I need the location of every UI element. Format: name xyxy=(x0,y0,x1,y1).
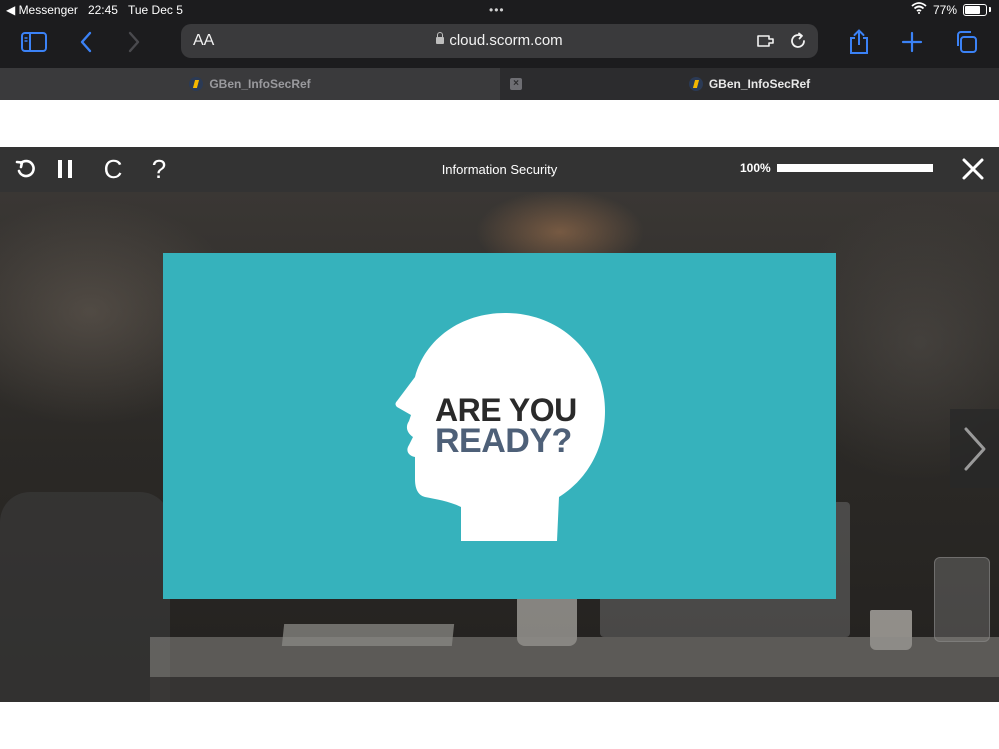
wifi-icon xyxy=(911,2,927,17)
battery-fill xyxy=(965,5,980,14)
share-icon[interactable] xyxy=(843,28,875,56)
progress-bar xyxy=(777,164,933,172)
background-jar xyxy=(934,557,990,642)
tab-close-icon[interactable]: × xyxy=(510,78,522,90)
status-date: Tue Dec 5 xyxy=(127,3,183,17)
url-display[interactable]: cloud.scorm.com xyxy=(181,32,818,49)
tab-gben-infosecref-1[interactable]: GBen_InfoSecRef xyxy=(0,68,500,100)
next-slide-button[interactable] xyxy=(950,409,999,488)
url-text: cloud.scorm.com xyxy=(449,32,563,49)
tab-strip: GBen_InfoSecRef GBen_InfoSecRef × xyxy=(0,68,999,100)
tab-title: GBen_InfoSecRef xyxy=(209,77,311,91)
tabs-overview-icon[interactable] xyxy=(950,28,982,56)
slide-card: ARE YOU READY? xyxy=(163,253,836,599)
progress-percent: 100% xyxy=(740,161,771,175)
tab-title: GBen_InfoSecRef xyxy=(708,77,811,91)
multitasking-dots[interactable]: ••• xyxy=(489,3,505,17)
tab-favicon-icon xyxy=(688,77,703,91)
slide-headline-line2: READY? xyxy=(435,422,572,460)
close-icon[interactable] xyxy=(958,155,988,183)
tab-favicon-icon xyxy=(189,77,204,91)
chevron-right-icon xyxy=(964,427,985,470)
browser-toolbar: AA cloud.scorm.com xyxy=(0,20,999,68)
battery-percent: 77% xyxy=(932,2,957,17)
reload-icon[interactable] xyxy=(787,30,809,52)
progress-bar-fill xyxy=(777,164,933,172)
back-to-app-link[interactable]: ◀ Messenger xyxy=(6,3,78,17)
background-chair xyxy=(0,492,170,702)
forward-chevron-icon[interactable] xyxy=(118,28,150,56)
back-chevron-icon[interactable] xyxy=(70,28,102,56)
status-left: ◀ Messenger 22:45 Tue Dec 5 xyxy=(6,3,183,17)
background-desk-edge xyxy=(150,677,999,702)
address-bar[interactable]: AA cloud.scorm.com xyxy=(181,24,818,58)
tab-gben-infosecref-2[interactable]: GBen_InfoSecRef xyxy=(500,68,999,100)
status-right: 77% xyxy=(911,2,991,17)
lock-icon xyxy=(436,32,445,44)
extension-icon[interactable] xyxy=(755,30,777,52)
status-bar: ◀ Messenger 22:45 Tue Dec 5 ••• 77% xyxy=(0,0,999,20)
new-tab-plus-icon[interactable] xyxy=(896,28,928,56)
status-time: 22:45 xyxy=(87,3,118,17)
battery-tip xyxy=(989,7,991,12)
sidebar-icon[interactable] xyxy=(18,28,50,56)
battery-icon xyxy=(963,3,987,16)
ipad-screen: ◀ Messenger 22:45 Tue Dec 5 ••• 77% AA c… xyxy=(0,0,999,749)
background-desk xyxy=(150,637,999,677)
